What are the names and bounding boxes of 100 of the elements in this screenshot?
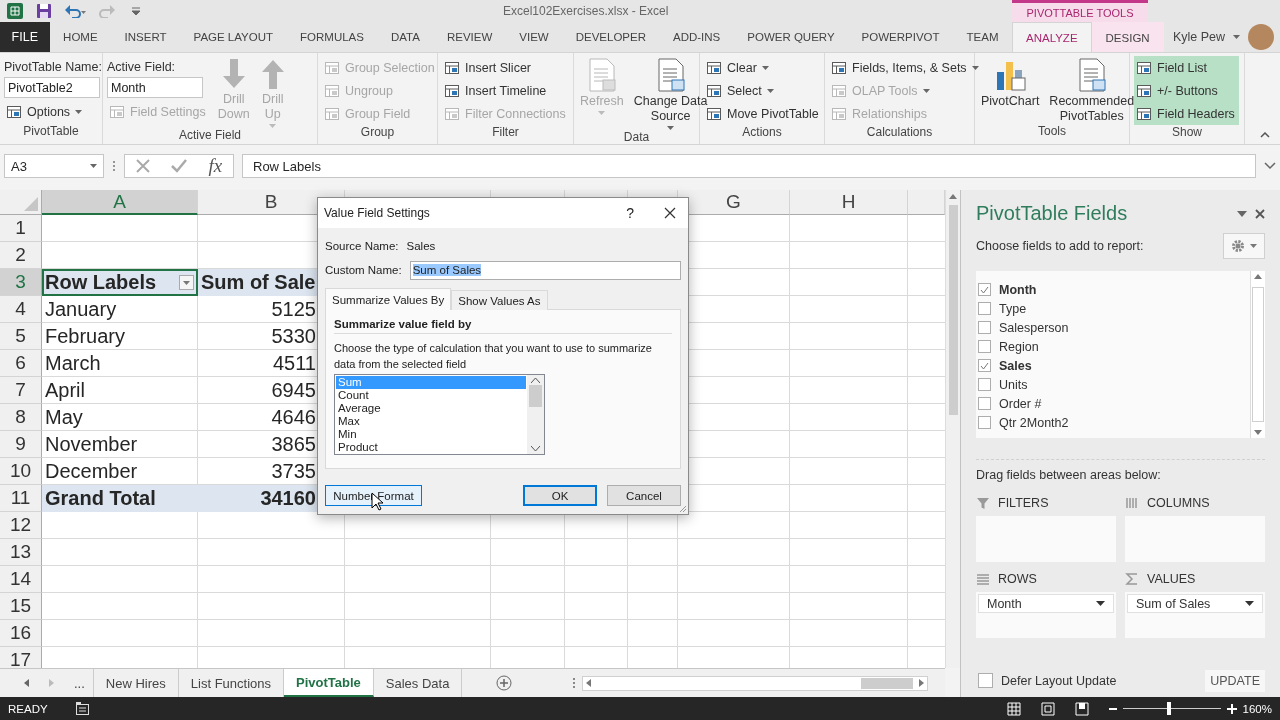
pane-options-icon[interactable] — [1237, 210, 1247, 217]
zoom-level[interactable]: 160% — [1242, 702, 1272, 715]
name-box[interactable]: A3 — [4, 154, 104, 178]
field-name[interactable]: Units — [999, 377, 1028, 392]
area-field[interactable]: Sum of Sales — [1127, 594, 1263, 613]
list-item[interactable]: Max — [336, 415, 526, 428]
field-name[interactable]: Sales — [999, 358, 1032, 373]
drop-area[interactable]: Sum of Sales — [1125, 592, 1265, 638]
drop-area[interactable]: Month — [976, 592, 1116, 638]
vertical-scrollbar[interactable] — [527, 375, 544, 454]
close-icon[interactable] — [1255, 208, 1265, 219]
scroll-thumb[interactable] — [529, 385, 542, 407]
row-header[interactable]: 12 — [0, 512, 42, 539]
page-break-icon[interactable] — [1074, 701, 1089, 716]
previous-sheet-icon[interactable] — [24, 679, 29, 687]
dialog-button[interactable]: OK — [523, 485, 597, 506]
list-item[interactable]: Min — [336, 428, 526, 441]
checkbox[interactable] — [978, 359, 991, 372]
ribbon-button[interactable]: Insert Slicer — [442, 56, 570, 79]
collapse-icon[interactable] — [1260, 132, 1270, 138]
checkbox[interactable] — [978, 378, 991, 391]
column-header[interactable]: G — [678, 190, 790, 215]
column-header[interactable] — [908, 190, 945, 215]
ribbon-tab[interactable]: POWER QUERY — [733, 22, 849, 52]
list-item[interactable]: Average — [336, 402, 526, 415]
next-sheet-icon[interactable] — [49, 679, 54, 687]
ribbon-tab[interactable]: POWERPIVOT — [848, 22, 954, 52]
dialog-tab[interactable]: Show Values As — [451, 290, 548, 310]
dialog-tab[interactable]: Summarize Values By — [325, 288, 452, 310]
scroll-thumb[interactable] — [1252, 287, 1264, 422]
table-cell[interactable]: Grand Total — [42, 485, 198, 512]
ribbon-tab[interactable]: ADD-INS — [659, 22, 734, 52]
ribbon-tab[interactable]: INSERT — [111, 22, 181, 52]
ribbon-tab[interactable]: FORMULAS — [286, 22, 378, 52]
row-header[interactable]: 15 — [0, 593, 42, 620]
file-tab[interactable]: FILE — [0, 22, 50, 52]
checkbox[interactable] — [978, 321, 991, 334]
page-layout-icon[interactable] — [1040, 701, 1055, 716]
ribbon-tab[interactable]: REVIEW — [433, 22, 506, 52]
ribbon-tab[interactable]: HOME — [49, 22, 112, 52]
avatar[interactable] — [1248, 24, 1274, 50]
new-sheet-icon[interactable] — [496, 675, 513, 691]
row-header[interactable]: 14 — [0, 566, 42, 593]
ribbon-tab[interactable]: DEVELOPER — [562, 22, 660, 52]
text-field[interactable]: PivotTable2 — [4, 77, 100, 98]
horizontal-scrollbar[interactable] — [582, 675, 929, 691]
custom-name-field[interactable]: Sum of Sales — [409, 260, 681, 280]
sheet-tab[interactable]: PivotTable — [284, 669, 374, 697]
row-header[interactable]: 7 — [0, 377, 42, 404]
row-header[interactable]: 10 — [0, 458, 42, 485]
row-header[interactable]: 1 — [0, 215, 42, 242]
zoom-in-icon[interactable] — [1226, 703, 1237, 714]
row-header[interactable]: 5 — [0, 323, 42, 350]
row-header[interactable]: 8 — [0, 404, 42, 431]
ribbon-tab[interactable]: VIEW — [505, 22, 563, 52]
text-field[interactable]: Month — [107, 77, 203, 98]
field-name[interactable]: Qtr 2Month2 — [999, 415, 1069, 430]
ribbon-button[interactable]: Recommended PivotTables — [1047, 56, 1137, 124]
scroll-thumb[interactable] — [861, 677, 914, 689]
user-name[interactable]: Kyle Pew — [1172, 30, 1225, 44]
insert-function-button[interactable]: fx — [208, 155, 223, 177]
row-header[interactable]: 16 — [0, 620, 42, 647]
close-icon[interactable] — [664, 207, 676, 219]
toggle-button[interactable]: Field List — [1134, 56, 1239, 79]
checkbox[interactable] — [978, 416, 991, 429]
row-header[interactable]: 6 — [0, 350, 42, 377]
ribbon-tab[interactable]: DATA — [377, 22, 434, 52]
field-name[interactable]: Month — [999, 282, 1037, 297]
scroll-thumb[interactable] — [948, 205, 958, 415]
ribbon-button[interactable]: Options — [4, 100, 102, 123]
slider-thumb[interactable] — [1166, 702, 1171, 715]
field-name[interactable]: Salesperson — [999, 320, 1069, 335]
checkbox[interactable] — [978, 302, 991, 315]
row-header[interactable]: 2 — [0, 242, 42, 269]
ribbon-tab[interactable]: ANALYZE — [1012, 22, 1092, 53]
dialog-button[interactable]: Cancel — [607, 485, 681, 506]
column-header[interactable]: A — [42, 190, 198, 215]
list-item[interactable]: Count — [336, 389, 526, 402]
help-button[interactable]: ? — [626, 205, 634, 221]
checkbox[interactable] — [978, 340, 991, 353]
field-name[interactable]: Region — [999, 339, 1039, 354]
field-name[interactable]: Order # — [999, 396, 1042, 411]
settings-button[interactable] — [1223, 233, 1265, 259]
toggle-button[interactable]: +/- Buttons — [1134, 79, 1239, 102]
vertical-scrollbar[interactable] — [1250, 271, 1265, 438]
row-header[interactable]: 3 — [0, 269, 42, 296]
field-name[interactable]: Type — [999, 301, 1027, 316]
checkbox[interactable] — [978, 283, 991, 296]
toggle-button[interactable]: Field Headers — [1134, 102, 1239, 125]
more-sheets-button[interactable]: ... — [74, 675, 85, 691]
filter-dropdown-button[interactable] — [179, 275, 194, 290]
row-header[interactable]: 17 — [0, 647, 42, 668]
checkbox[interactable] — [978, 673, 993, 688]
ribbon-button[interactable]: Insert Timeline — [442, 79, 570, 102]
list-item[interactable]: Product — [336, 441, 526, 454]
expand-icon[interactable] — [1264, 162, 1276, 170]
row-header[interactable]: 11 — [0, 485, 42, 512]
row-header[interactable]: 9 — [0, 431, 42, 458]
formula-input[interactable]: Row Labels — [242, 154, 1256, 178]
checkbox[interactable] — [978, 397, 991, 410]
